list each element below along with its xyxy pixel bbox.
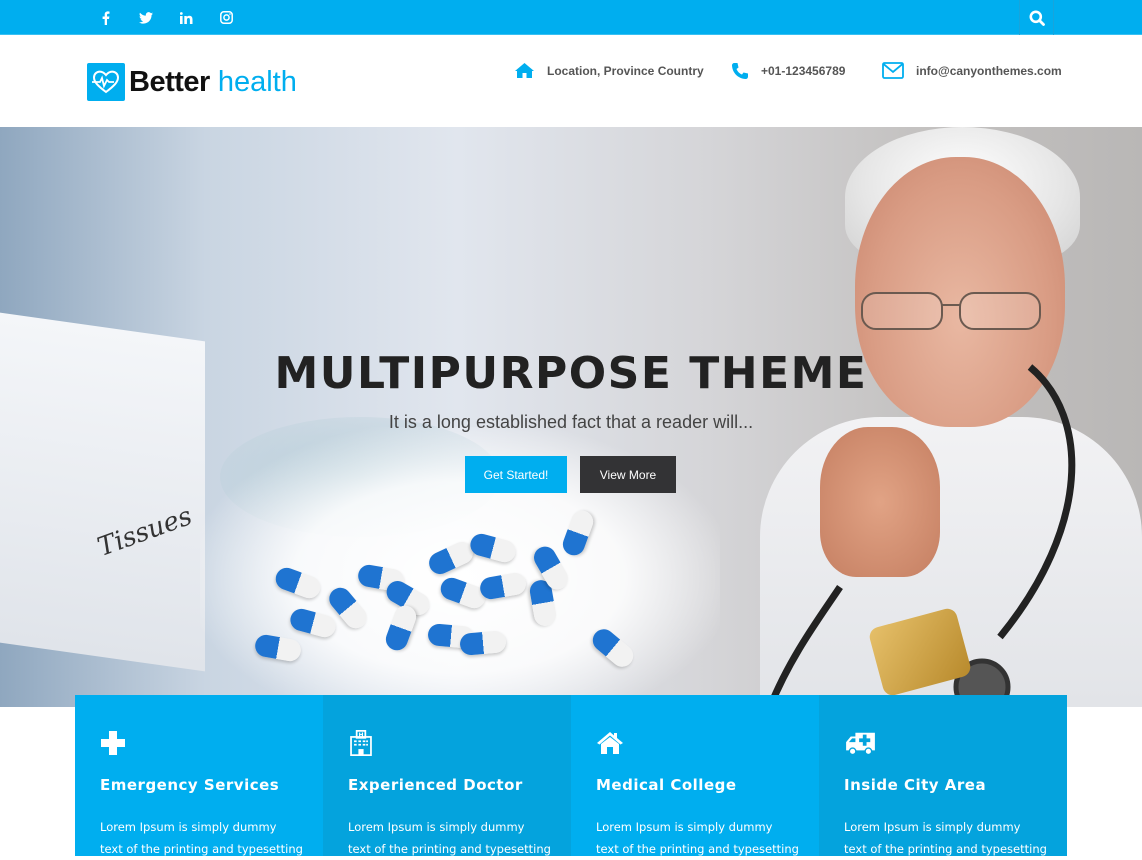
features-strip: Emergency Services Lorem Ipsum is simply… — [75, 695, 1067, 856]
location-text: Location, Province Country — [547, 63, 704, 78]
feature-card-college[interactable]: Medical College Lorem Ipsum is simply du… — [571, 695, 819, 856]
envelope-icon — [882, 62, 904, 79]
feature-title: Experienced Doctor — [348, 776, 523, 794]
glasses-shape — [861, 292, 1041, 330]
logo-text-light: health — [217, 65, 297, 98]
logo-badge — [87, 63, 125, 101]
feature-title: Inside City Area — [844, 776, 987, 794]
hero-subtitle: It is a long established fact that a rea… — [388, 412, 754, 432]
contact-email: info@canyonthemes.com — [882, 62, 1062, 79]
phone-text[interactable]: +01-123456789 — [761, 64, 845, 78]
top-bar — [0, 0, 1142, 35]
logo-text-bold: Better — [129, 65, 210, 98]
hero-banner: Tissues MULTIPURPOSE THEME It is a long … — [0, 127, 1142, 707]
facebook-icon — [102, 10, 110, 25]
phone-icon — [732, 63, 748, 79]
get-started-button[interactable]: Get Started! — [465, 456, 567, 493]
view-more-button[interactable]: View More — [580, 456, 676, 493]
search-icon — [1029, 10, 1045, 26]
feature-text-line1: Lorem Ipsum is simply dummy — [100, 820, 277, 834]
feature-text-line1: Lorem Ipsum is simply dummy — [844, 820, 1021, 834]
linkedin-icon — [179, 11, 192, 24]
ambulance-icon — [846, 732, 875, 756]
feature-text-line2: text of the printing and typesetting — [100, 842, 303, 856]
facebook-link[interactable] — [86, 0, 126, 35]
contact-location: Location, Province Country — [514, 62, 704, 79]
twitter-icon — [139, 11, 153, 24]
search-button[interactable] — [1019, 0, 1054, 35]
plus-icon — [101, 731, 125, 755]
site-header: Better health Location, Province Country… — [0, 36, 1142, 127]
feature-text-line1: Lorem Ipsum is simply dummy — [596, 820, 773, 834]
feature-card-emergency[interactable]: Emergency Services Lorem Ipsum is simply… — [75, 695, 323, 856]
feature-card-doctor[interactable]: H Experienced Doctor Lorem Ipsum is simp… — [323, 695, 571, 856]
hospital-icon: H — [350, 730, 372, 756]
twitter-link[interactable] — [126, 0, 166, 35]
home-icon — [515, 63, 534, 78]
feature-text-line2: text of the printing and typesetting — [844, 842, 1047, 856]
feature-card-city[interactable]: Inside City Area Lorem Ipsum is simply d… — [819, 695, 1067, 856]
contact-phone: +01-123456789 — [731, 62, 845, 80]
home-icon — [597, 732, 623, 754]
feature-title: Emergency Services — [100, 776, 280, 794]
instagram-icon — [219, 11, 233, 24]
instagram-link[interactable] — [206, 0, 246, 35]
social-links — [86, 0, 246, 35]
site-logo[interactable]: Better health — [87, 63, 297, 101]
feature-text-line2: text of the printing and typesetting — [348, 842, 551, 856]
feature-title: Medical College — [596, 776, 737, 794]
feature-text-line1: Lorem Ipsum is simply dummy — [348, 820, 525, 834]
linkedin-link[interactable] — [166, 0, 206, 35]
hero-title: MULTIPURPOSE THEME — [274, 348, 868, 399]
svg-text:H: H — [358, 732, 363, 739]
heart-pulse-icon — [92, 70, 120, 94]
feature-text-line2: text of the printing and typesetting — [596, 842, 799, 856]
email-text[interactable]: info@canyonthemes.com — [916, 64, 1062, 78]
